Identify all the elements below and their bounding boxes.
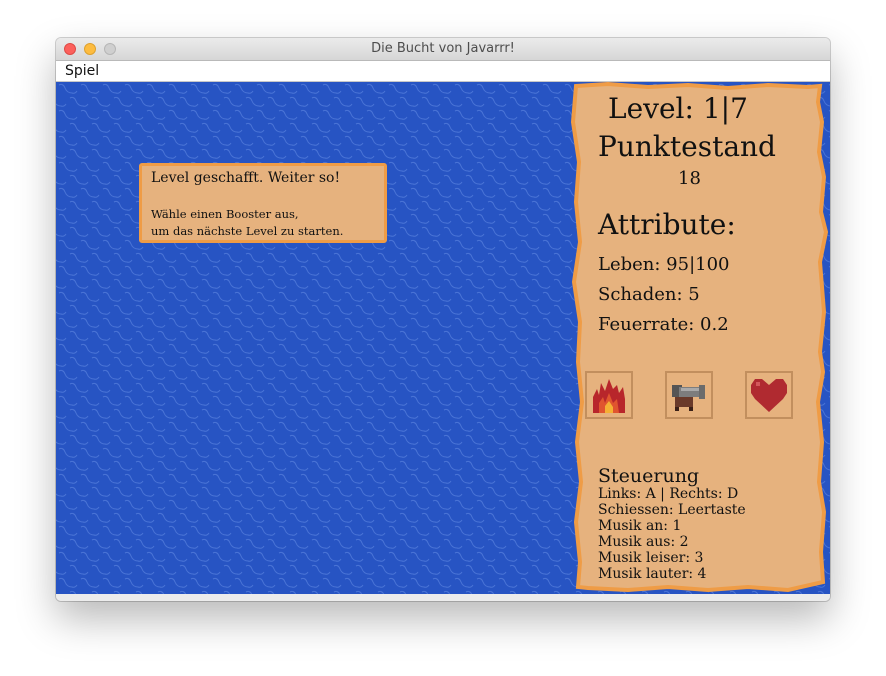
control-move: Links: A | Rechts: D (598, 486, 739, 502)
game-canvas[interactable]: Level geschafft. Weiter so! Wähle einen … (56, 82, 830, 594)
life-attribute: Leben: 95|100 (598, 254, 730, 275)
booster-cannon-button[interactable] (665, 371, 713, 419)
level-indicator: Level: 1|7 (608, 92, 748, 125)
attributes-title: Attribute: (598, 208, 736, 241)
popup-message: Wähle einen Booster aus, um das nächste … (151, 206, 343, 240)
cannon-icon (672, 385, 705, 411)
window-title: Die Bucht von Javarrr! (371, 41, 515, 56)
status-panel: Level: 1|7 Punktestand 18 Attribute: Leb… (568, 82, 830, 594)
fire-icon (593, 379, 625, 413)
menu-bar: Spiel (56, 61, 830, 82)
popup-line-2: um das nächste Level zu starten. (151, 224, 344, 238)
booster-fire-button[interactable] (585, 371, 633, 419)
game-window: Die Bucht von Javarrr! Spiel Level gesch… (56, 38, 830, 601)
booster-heart-button[interactable] (745, 371, 793, 419)
controls-title: Steuerung (598, 465, 700, 487)
control-music-off: Musik aus: 2 (598, 534, 689, 550)
score-label: Punktestand (598, 130, 776, 163)
level-complete-popup: Level geschafft. Weiter so! Wähle einen … (139, 163, 387, 243)
menu-spiel[interactable]: Spiel (65, 61, 99, 81)
minimize-window-button[interactable] (84, 43, 96, 55)
popup-title: Level geschafft. Weiter so! (151, 170, 341, 186)
control-music-quieter: Musik leiser: 3 (598, 550, 704, 566)
control-music-louder: Musik lauter: 4 (598, 566, 707, 582)
control-music-on: Musik an: 1 (598, 518, 682, 534)
heart-icon (751, 379, 787, 412)
control-shoot: Schiessen: Leertaste (598, 502, 746, 518)
close-window-button[interactable] (64, 43, 76, 55)
fire-rate-attribute: Feuerrate: 0.2 (598, 314, 729, 335)
score-value: 18 (678, 168, 701, 189)
title-bar[interactable]: Die Bucht von Javarrr! (56, 38, 830, 61)
popup-line-1: Wähle einen Booster aus, (151, 207, 299, 221)
window-bottom-edge (56, 594, 830, 601)
damage-attribute: Schaden: 5 (598, 284, 700, 305)
zoom-window-button[interactable] (104, 43, 116, 55)
